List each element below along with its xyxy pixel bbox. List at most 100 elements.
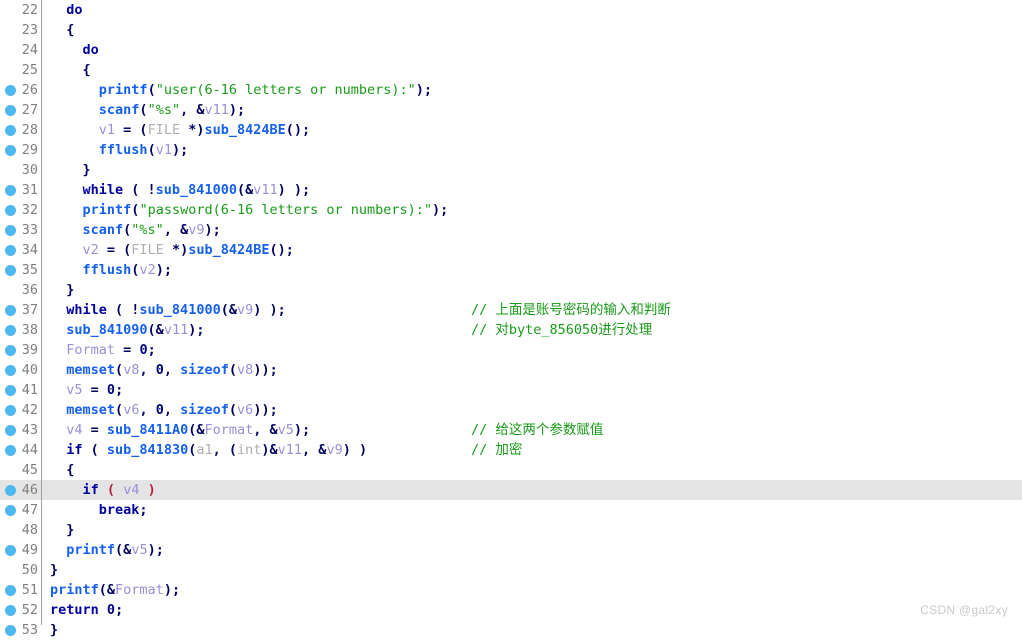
code-text[interactable]: scanf("%s", &v11); xyxy=(50,100,245,120)
code-line[interactable]: 27 scanf("%s", &v11); xyxy=(0,100,1022,120)
code-line[interactable]: 42 memset(v6, 0, sizeof(v6)); xyxy=(0,400,1022,420)
code-line[interactable]: 44 if ( sub_841830(a1, (int)&v11, &v9) )… xyxy=(0,440,1022,460)
code-line[interactable]: 31 while ( !sub_841000(&v11) ); xyxy=(0,180,1022,200)
pseudocode-editor[interactable]: 22 do 23 {24 do 25 {26 printf("user(6-16 l… xyxy=(0,0,1022,638)
code-line[interactable]: 34 v2 = (FILE *)sub_8424BE(); xyxy=(0,240,1022,260)
code-text[interactable]: { xyxy=(50,60,91,80)
code-line[interactable]: 24 do xyxy=(0,40,1022,60)
code-text[interactable]: v2 = (FILE *)sub_8424BE(); xyxy=(50,240,294,260)
code-text[interactable]: } xyxy=(50,560,58,580)
code-text[interactable]: printf(&v5); xyxy=(50,540,164,560)
code-text[interactable]: break; xyxy=(50,500,148,520)
token-var: v11 xyxy=(163,322,189,338)
code-line[interactable]: 35 fflush(v2); xyxy=(0,260,1022,280)
token-punc: (& xyxy=(147,322,164,338)
code-text[interactable]: printf("user(6-16 letters or numbers):")… xyxy=(50,80,432,100)
token-fn: memset xyxy=(66,402,116,418)
code-line[interactable]: 22 do xyxy=(0,0,1022,20)
code-line[interactable]: 23 { xyxy=(0,20,1022,40)
code-text[interactable]: while ( !sub_841000(&v11) ); xyxy=(50,180,311,200)
token-fn: printf xyxy=(50,582,99,598)
code-text[interactable]: do xyxy=(50,40,99,60)
token-var: v11 xyxy=(277,442,303,458)
token-punc: (& xyxy=(98,582,116,598)
code-line[interactable]: 39 Format = 0; xyxy=(0,340,1022,360)
token-punc: (& xyxy=(115,542,132,558)
code-text[interactable]: } xyxy=(50,520,74,540)
code-text[interactable]: do xyxy=(50,0,82,20)
code-line[interactable]: 48 } xyxy=(0,520,1022,540)
code-line[interactable]: 25 { xyxy=(0,60,1022,80)
code-line[interactable]: 41 v5 = 0; xyxy=(0,380,1022,400)
code-line[interactable]: 53} xyxy=(0,620,1022,640)
token-punc: ) ); xyxy=(277,182,311,198)
token-punc: (& xyxy=(220,302,237,318)
code-line[interactable]: 50} xyxy=(0,560,1022,580)
code-line[interactable]: 52 return 0; xyxy=(0,600,1022,620)
code-line[interactable]: 32 printf("password(6-16 letters or numb… xyxy=(0,200,1022,220)
code-line[interactable]: 33 scanf("%s", &v9); xyxy=(0,220,1022,240)
code-line[interactable]: 43 v4 = sub_8411A0(&Format, &v5); // 给这两个… xyxy=(0,420,1022,440)
code-text[interactable]: if ( sub_841830(a1, (int)&v11, &v9) ) xyxy=(50,440,367,460)
token-kw: do xyxy=(82,42,99,58)
line-number: 49 xyxy=(21,542,38,558)
code-line[interactable]: 26 printf("user(6-16 letters or numbers)… xyxy=(0,80,1022,100)
code-text[interactable]: fflush(v1); xyxy=(50,140,188,160)
token-punc: ); xyxy=(171,142,189,158)
code-text[interactable]: v4 = sub_8411A0(&Format, &v5); xyxy=(50,420,310,440)
code-text[interactable]: memset(v8, 0, sizeof(v8)); xyxy=(50,360,277,380)
token-punc: , xyxy=(163,362,181,378)
token-var: v2 xyxy=(139,262,156,278)
code-text[interactable]: scanf("%s", &v9); xyxy=(50,220,221,240)
code-line-list[interactable]: 22 do 23 {24 do 25 {26 printf("user(6-16 l… xyxy=(0,0,1022,640)
code-line[interactable]: 37 while ( !sub_841000(&v9) ); // 上面是账号密码… xyxy=(0,300,1022,320)
code-text[interactable]: printf("password(6-16 letters or numbers… xyxy=(50,200,449,220)
code-line[interactable]: 49 printf(&v5); xyxy=(0,540,1022,560)
code-line[interactable]: 46 if ( v4 ) xyxy=(0,480,1022,500)
code-line[interactable]: 36 } xyxy=(0,280,1022,300)
code-line[interactable]: 29 fflush(v1); xyxy=(0,140,1022,160)
code-line[interactable]: 47 break; xyxy=(0,500,1022,520)
code-line[interactable]: 40 memset(v8, 0, sizeof(v8)); xyxy=(0,360,1022,380)
code-text[interactable]: v5 = 0; xyxy=(50,380,123,400)
token-punc: ( ! xyxy=(106,302,140,318)
code-line[interactable]: 51 printf(&Format); xyxy=(0,580,1022,600)
token-type: a1 xyxy=(196,442,213,458)
code-text[interactable]: { xyxy=(50,460,74,480)
code-line[interactable]: 30 } xyxy=(0,160,1022,180)
code-text[interactable]: } xyxy=(50,160,91,180)
token-var: Format xyxy=(204,422,254,438)
code-text[interactable]: while ( !sub_841000(&v9) ); xyxy=(50,300,285,320)
code-text[interactable]: v1 = (FILE *)sub_8424BE(); xyxy=(50,120,310,140)
token-fn: scanf xyxy=(98,102,140,118)
token-num: 0 xyxy=(155,402,164,418)
gutter-separator xyxy=(41,0,42,625)
code-line[interactable]: 38 sub_841090(&v11); // 对byte_856050进行处理 xyxy=(0,320,1022,340)
code-line[interactable]: 28 v1 = (FILE *)sub_8424BE(); xyxy=(0,120,1022,140)
code-text[interactable]: } xyxy=(50,620,58,640)
token-var: v6 xyxy=(237,402,254,418)
code-text[interactable]: Format = 0; xyxy=(50,340,155,360)
token-punc: } xyxy=(82,162,91,178)
code-text[interactable]: sub_841090(&v11); xyxy=(50,320,204,340)
code-text[interactable]: fflush(v2); xyxy=(50,260,172,280)
code-text[interactable]: memset(v6, 0, sizeof(v6)); xyxy=(50,400,277,420)
token-type: int xyxy=(237,442,262,458)
code-text[interactable]: { xyxy=(50,20,74,40)
code-text[interactable]: } xyxy=(50,280,74,300)
code-text[interactable]: printf(&Format); xyxy=(50,580,180,600)
token-punc: ); xyxy=(188,322,205,338)
code-text[interactable]: return 0; xyxy=(50,600,123,620)
token-var: Format xyxy=(66,342,116,358)
token-fn: fflush xyxy=(98,142,148,158)
code-line[interactable]: 45 { xyxy=(0,460,1022,480)
token-var: v8 xyxy=(237,362,254,378)
code-text[interactable]: if ( v4 ) xyxy=(50,480,156,500)
